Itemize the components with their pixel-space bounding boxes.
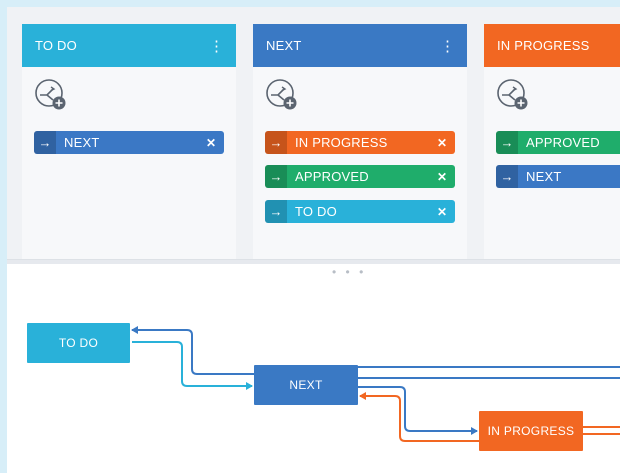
transition-label: IN PROGRESS bbox=[295, 135, 388, 150]
more-vertical-icon[interactable]: ⋮ bbox=[209, 24, 224, 67]
arrow-right-icon: → bbox=[265, 165, 287, 188]
connector-next-to-in-progress bbox=[358, 386, 478, 435]
transition-label: TO DO bbox=[295, 204, 337, 219]
close-icon[interactable]: ✕ bbox=[429, 136, 455, 150]
workflow-diagram: TO DO NEXT IN PROGRESS bbox=[7, 263, 620, 473]
connector-in-progress-to-next bbox=[359, 392, 479, 442]
transition-label: APPROVED bbox=[295, 169, 369, 184]
transition-chip-approved[interactable]: → APPROVED ✕ bbox=[265, 165, 455, 188]
transition-chip-next[interactable]: → NEXT ✕ bbox=[34, 131, 224, 154]
column-title: IN PROGRESS bbox=[497, 38, 590, 53]
column-header-in-progress: IN PROGRESS bbox=[484, 24, 620, 67]
transition-label: NEXT bbox=[526, 169, 562, 184]
close-icon[interactable]: ✕ bbox=[198, 136, 224, 150]
close-icon[interactable]: ✕ bbox=[429, 205, 455, 219]
column-in-progress: IN PROGRESS → APPROVED → NEXT bbox=[484, 24, 620, 259]
arrow-right-icon: → bbox=[265, 200, 287, 223]
connector-next-to-todo bbox=[131, 326, 254, 375]
arrow-right-icon: → bbox=[496, 165, 518, 188]
column-todo: TO DO ⋮ → NEXT ✕ bbox=[22, 24, 236, 259]
transition-chip-todo[interactable]: → TO DO ✕ bbox=[265, 200, 455, 223]
status-board: TO DO ⋮ → NEXT ✕ NEXT ⋮ → IN PROGRESS ✕ … bbox=[7, 7, 620, 259]
transition-chip-in-progress[interactable]: → IN PROGRESS ✕ bbox=[265, 131, 455, 154]
workflow-editor: TO DO ⋮ → NEXT ✕ NEXT ⋮ → IN PROGRESS ✕ … bbox=[7, 7, 620, 473]
column-header-todo: TO DO bbox=[22, 24, 236, 67]
column-title: TO DO bbox=[35, 38, 77, 53]
close-icon[interactable]: ✕ bbox=[429, 170, 455, 184]
add-transition-icon[interactable] bbox=[496, 78, 530, 112]
diagram-node-todo[interactable]: TO DO bbox=[27, 323, 130, 363]
arrow-right-icon: → bbox=[34, 131, 56, 154]
diagram-node-in-progress[interactable]: IN PROGRESS bbox=[479, 411, 583, 451]
diagram-node-next[interactable]: NEXT bbox=[254, 365, 358, 405]
more-vertical-icon[interactable]: ⋮ bbox=[440, 24, 455, 67]
transition-chip-approved[interactable]: → APPROVED bbox=[496, 131, 620, 154]
transition-chip-next[interactable]: → NEXT bbox=[496, 165, 620, 188]
column-header-next: NEXT bbox=[253, 24, 467, 67]
transition-label: APPROVED bbox=[526, 135, 600, 150]
transition-label: NEXT bbox=[64, 135, 100, 150]
add-transition-icon[interactable] bbox=[34, 78, 68, 112]
arrow-right-icon: → bbox=[265, 131, 287, 154]
column-next: NEXT ⋮ → IN PROGRESS ✕ → APPROVED ✕ → TO… bbox=[253, 24, 467, 259]
column-title: NEXT bbox=[266, 38, 302, 53]
arrow-right-icon: → bbox=[496, 131, 518, 154]
add-transition-icon[interactable] bbox=[265, 78, 299, 112]
